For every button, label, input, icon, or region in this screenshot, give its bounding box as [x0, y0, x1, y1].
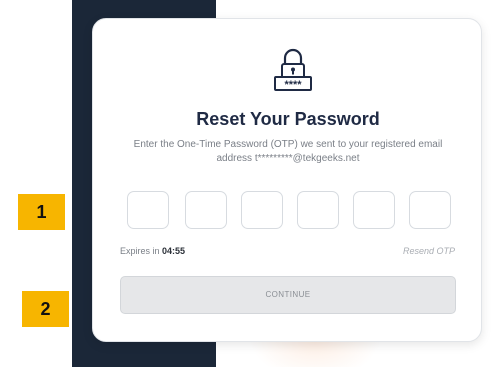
annotation-badge-1: 1 [18, 194, 65, 230]
otp-digit-3[interactable] [241, 191, 283, 229]
otp-input-group [127, 191, 459, 229]
instruction-line-2: address t*********@tekgeeks.net [216, 153, 360, 164]
otp-digit-1[interactable] [127, 191, 169, 229]
screenshot-stage: **** Reset Your Password Enter the One-T… [0, 0, 499, 367]
page-title: Reset Your Password [196, 109, 380, 129]
otp-digit-2[interactable] [185, 191, 227, 229]
annotation-badge-2: 2 [22, 291, 69, 327]
otp-digit-5[interactable] [353, 191, 395, 229]
instruction-text: Enter the One-Time Password (OTP) we sen… [123, 138, 453, 166]
resend-otp-link[interactable]: Resend OTP [403, 246, 455, 256]
expiry-timer: Expires in 04:55 [120, 246, 185, 256]
expiry-countdown: 04:55 [162, 246, 186, 256]
lock-password-mask: **** [284, 79, 302, 91]
expiry-label: Expires in [120, 246, 160, 256]
instruction-line-1: Enter the One-Time Password (OTP) we sen… [133, 139, 443, 150]
otp-digit-4[interactable] [297, 191, 339, 229]
continue-button[interactable]: CONTINUE [120, 276, 456, 314]
lock-password-icon: **** [274, 48, 312, 91]
reset-password-card: **** Reset Your Password Enter the One-T… [92, 18, 482, 342]
otp-digit-6[interactable] [409, 191, 451, 229]
